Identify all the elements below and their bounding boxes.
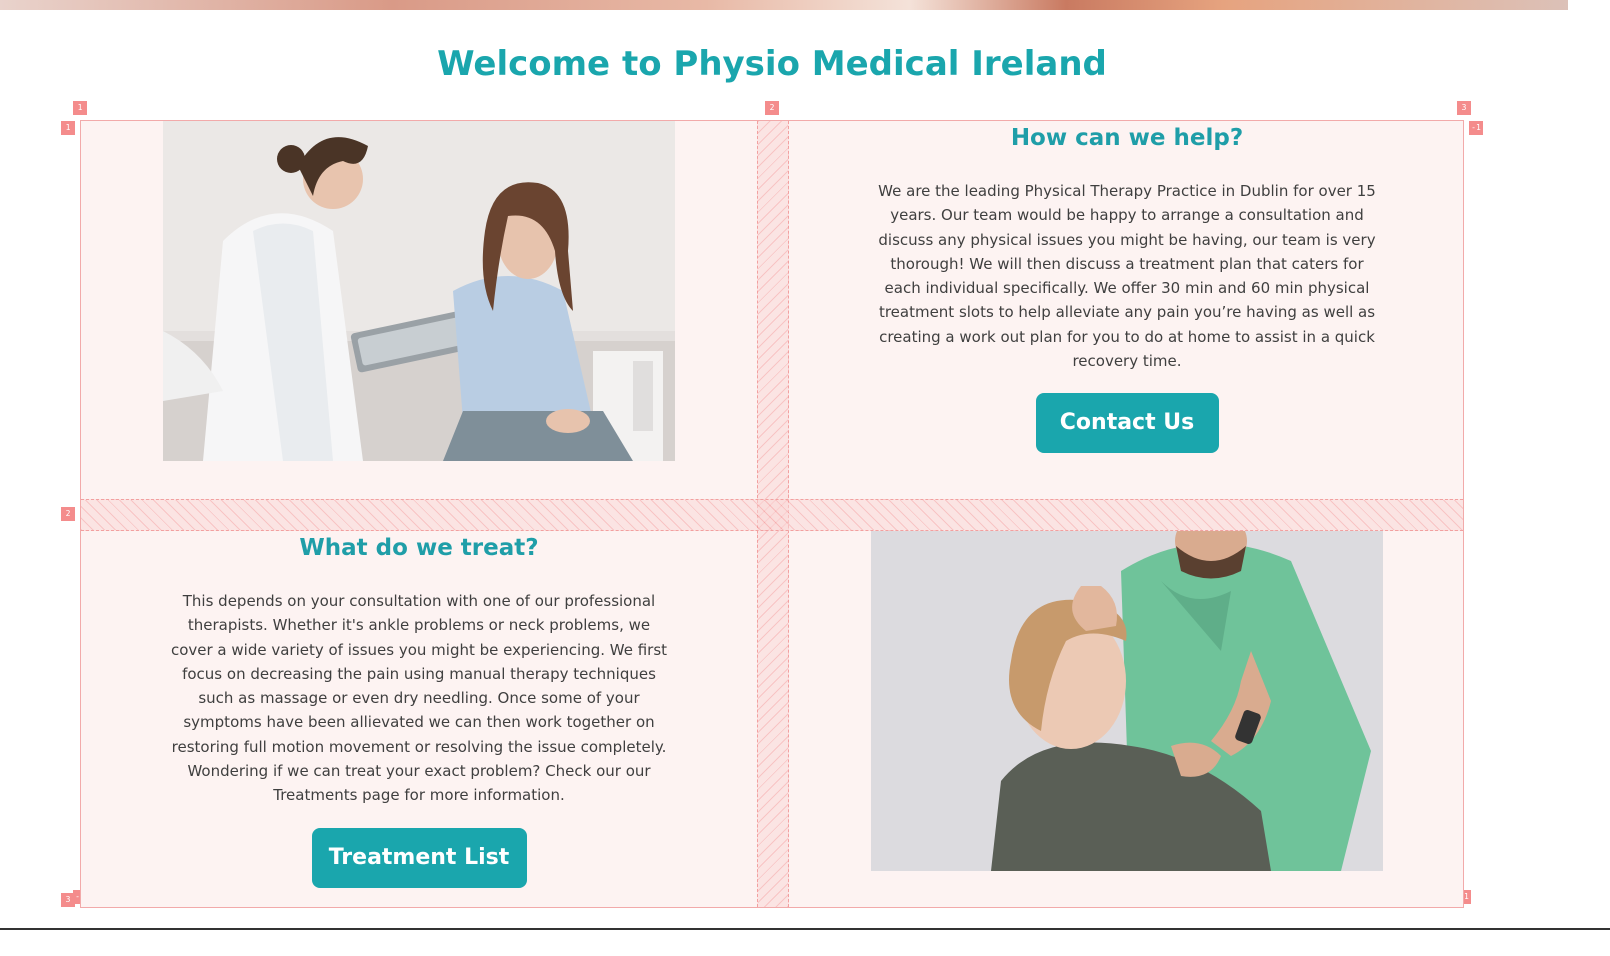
help-section: How can we help? We are the leading Phys…: [871, 121, 1383, 454]
treat-section: What do we treat? This depends on your c…: [163, 531, 675, 888]
treat-heading: What do we treat?: [299, 535, 539, 561]
grid-col-marker-2: 2: [765, 101, 779, 115]
grid-col-marker-3: 3: [1457, 101, 1471, 115]
neck-treatment-photo: [871, 531, 1383, 871]
hero-image-strip: [0, 0, 1568, 10]
treatment-list-button[interactable]: Treatment List: [311, 827, 527, 888]
treat-body: This depends on your consultation with o…: [170, 592, 668, 805]
consultation-photo: [163, 121, 675, 461]
content-grid: How can we help? We are the leading Phys…: [80, 120, 1464, 908]
grid-col-marker-1: 1: [73, 101, 87, 115]
help-body: We are the leading Physical Therapy Prac…: [878, 182, 1376, 371]
grid-row-marker-1: 1: [61, 121, 75, 135]
grid-row-marker-2: 2: [61, 507, 75, 521]
help-heading: How can we help?: [1010, 125, 1244, 151]
grid-row-gap: [81, 499, 1463, 531]
contact-us-button[interactable]: Contact Us: [1035, 393, 1219, 454]
page-title: Welcome to Physio Medical Ireland: [437, 44, 1107, 84]
page-bottom-border: [0, 928, 1610, 930]
grid-row-marker-neg-1: -1: [1469, 121, 1483, 135]
